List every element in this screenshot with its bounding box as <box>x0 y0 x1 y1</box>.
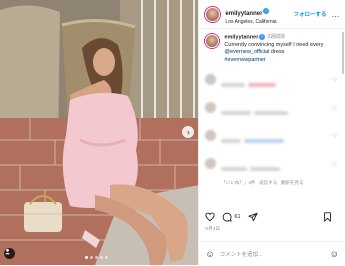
avatar[interactable] <box>205 34 220 48</box>
comments-list: emilyytanner ✓ 2週間前 Currently convincing m… <box>199 29 345 186</box>
save-button[interactable] <box>323 212 332 222</box>
comment-avatar[interactable] <box>205 130 217 142</box>
post-sidebar: emilyytanner✓ Los Angeles, California フォ… <box>198 0 345 265</box>
likes-count[interactable]: 61 <box>234 214 240 220</box>
carousel-dot <box>90 256 93 259</box>
follow-button[interactable]: フォローする <box>293 10 326 18</box>
comment-like-icon[interactable]: ♡ <box>332 161 337 168</box>
comment-button[interactable]: 61 <box>222 212 241 222</box>
paper-plane-icon <box>247 212 258 222</box>
like-button[interactable] <box>205 212 216 222</box>
comment-item: 「いいね！」4件 返信する 翻訳を見る ♡ <box>205 158 339 186</box>
post-header: emilyytanner✓ Los Angeles, California フォ… <box>199 0 345 29</box>
caption-hashtag[interactable]: #evernewpartner <box>224 57 265 63</box>
post-photo[interactable]: › <box>0 0 199 265</box>
blurred-comment-text <box>248 83 277 88</box>
comment-avatar[interactable] <box>205 158 217 170</box>
caption-text-suffix: dress <box>269 49 285 56</box>
carousel-indicator <box>85 256 108 259</box>
caption-text: Currently convincing myself I need every <box>224 41 324 48</box>
comment-avatar[interactable] <box>205 74 217 86</box>
photo-illustration <box>0 0 199 265</box>
comment-item: ♡ <box>205 74 339 92</box>
carousel-dot <box>95 256 98 259</box>
carousel-dot <box>85 256 88 259</box>
blurred-comment-text <box>244 139 285 144</box>
blurred-username <box>221 139 242 144</box>
comment-avatar[interactable] <box>205 102 217 114</box>
comment-like-icon[interactable]: ♡ <box>332 77 337 84</box>
verified-icon: ✓ <box>259 34 266 40</box>
tagged-users-button[interactable] <box>4 248 15 259</box>
location-link[interactable]: Los Angeles, California <box>225 20 293 26</box>
comment-meta: 「いいね！」4件 返信する 翻訳を見る <box>221 180 339 186</box>
comment-item: ♡ <box>205 130 339 148</box>
bookmark-icon <box>324 212 331 222</box>
comment-translate-button[interactable]: 翻訳を見る <box>281 180 304 185</box>
comment-likes-count[interactable]: 「いいね！」4件 <box>221 180 255 185</box>
carousel-dot <box>105 256 108 259</box>
caption-username[interactable]: emilyytanner <box>224 34 258 40</box>
post-actions: 61 <box>205 210 339 224</box>
comment-icon <box>223 212 233 222</box>
comment-like-icon[interactable]: ♡ <box>332 105 337 112</box>
scrollbar[interactable] <box>342 32 344 74</box>
blurred-comment-text <box>254 111 289 116</box>
blurred-comment-text <box>250 167 281 172</box>
emoji-icon[interactable]: ☺ <box>205 249 214 259</box>
caption-mention[interactable]: @evernew_official <box>224 49 269 55</box>
heart-icon <box>205 212 216 222</box>
username-link[interactable]: emilyytanner <box>225 11 262 17</box>
blurred-username <box>221 111 252 116</box>
comment-item: ♡ <box>205 102 339 120</box>
person-icon <box>5 248 10 255</box>
post-date: 6月4日 <box>205 226 221 231</box>
comment-reply-button[interactable]: 返信する <box>259 180 277 185</box>
comment-input[interactable]: コメントを追加... <box>220 250 330 258</box>
share-button[interactable] <box>247 212 258 222</box>
blurred-username <box>221 167 248 172</box>
carousel-dot <box>100 256 103 259</box>
more-options-icon[interactable]: … <box>332 10 340 19</box>
add-comment-bar: ☺ コメントを追加... ☺ <box>199 241 345 266</box>
avatar[interactable] <box>205 6 221 22</box>
caption: emilyytanner ✓ 2週間前 Currently convincing m… <box>205 34 339 64</box>
comment-like-icon[interactable]: ♡ <box>332 133 337 140</box>
verified-icon: ✓ <box>263 7 270 14</box>
blurred-username <box>221 83 246 88</box>
caption-time: 2週間前 <box>267 34 286 41</box>
gif-sticker-icon[interactable]: ☺ <box>330 249 339 259</box>
instagram-post: › emilyytanner✓ Los Angeles, California <box>0 0 345 265</box>
